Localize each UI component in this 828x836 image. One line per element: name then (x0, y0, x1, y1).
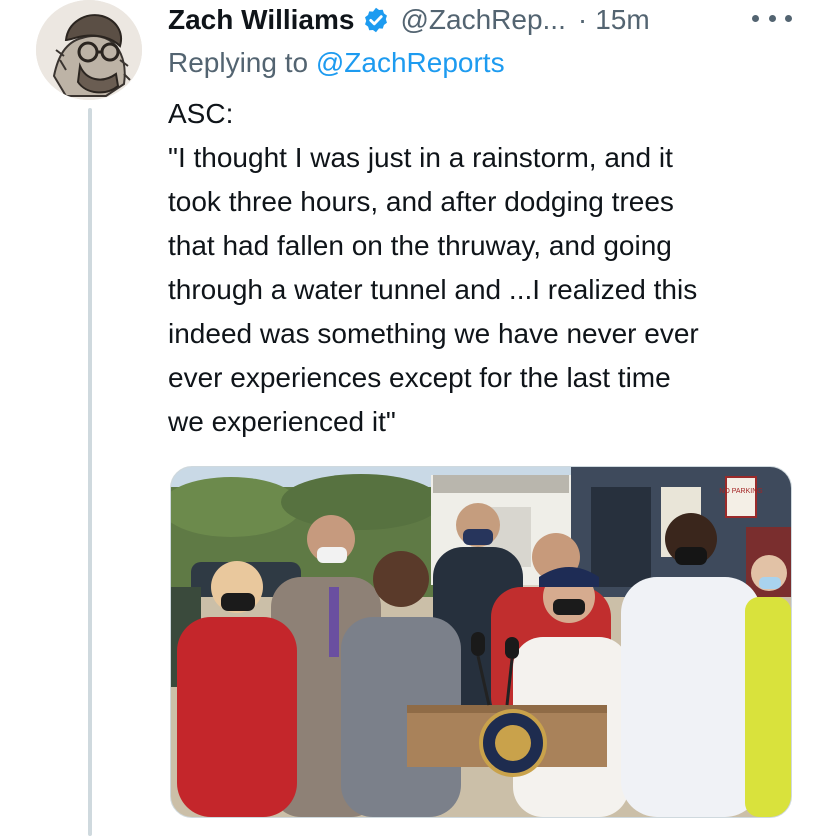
avatar[interactable] (36, 0, 142, 100)
more-dot (785, 14, 792, 22)
avatar-sketch-icon (36, 0, 142, 100)
author-name[interactable]: Zach Williams (168, 4, 354, 36)
tweet-text-line: took three hours, and after dodging tree… (168, 186, 674, 217)
replying-prefix: Replying to (168, 47, 309, 78)
tweet-text-line: ever experiences except for the last tim… (168, 362, 671, 393)
tweet-timestamp[interactable]: 15m (595, 4, 649, 36)
verified-badge-icon (362, 6, 390, 34)
tweet-text-line: through a water tunnel and ...I realized… (168, 274, 698, 305)
replying-to: Replying to @ZachReports (168, 47, 505, 79)
author-handle[interactable]: @ZachRep... (400, 4, 565, 36)
tweet-text-line: that had fallen on the thruway, and goin… (168, 230, 672, 261)
separator-dot: · (577, 4, 588, 35)
more-options-icon[interactable] (752, 6, 792, 30)
tweet-media-photo[interactable]: NO PARKING (170, 466, 792, 818)
tweet-text-line: we experienced it" (168, 406, 396, 437)
more-dot (752, 14, 759, 22)
press-conference-photo: NO PARKING (171, 467, 791, 817)
replying-mention-link[interactable]: @ZachReports (316, 47, 505, 78)
no-parking-sign-text: NO PARKING (719, 488, 762, 495)
tweet-text-line: "I thought I was just in a rainstorm, an… (168, 142, 673, 173)
more-dot (768, 14, 776, 22)
thread-line (88, 108, 92, 836)
tweet-text-line: indeed was something we have never ever (168, 318, 699, 349)
tweet-text-line: ASC: (168, 98, 234, 129)
tweet-text: ASC: "I thought I was just in a rainstor… (168, 92, 798, 444)
tweet-header: Zach Williams @ZachRep... · 15m (168, 0, 808, 40)
